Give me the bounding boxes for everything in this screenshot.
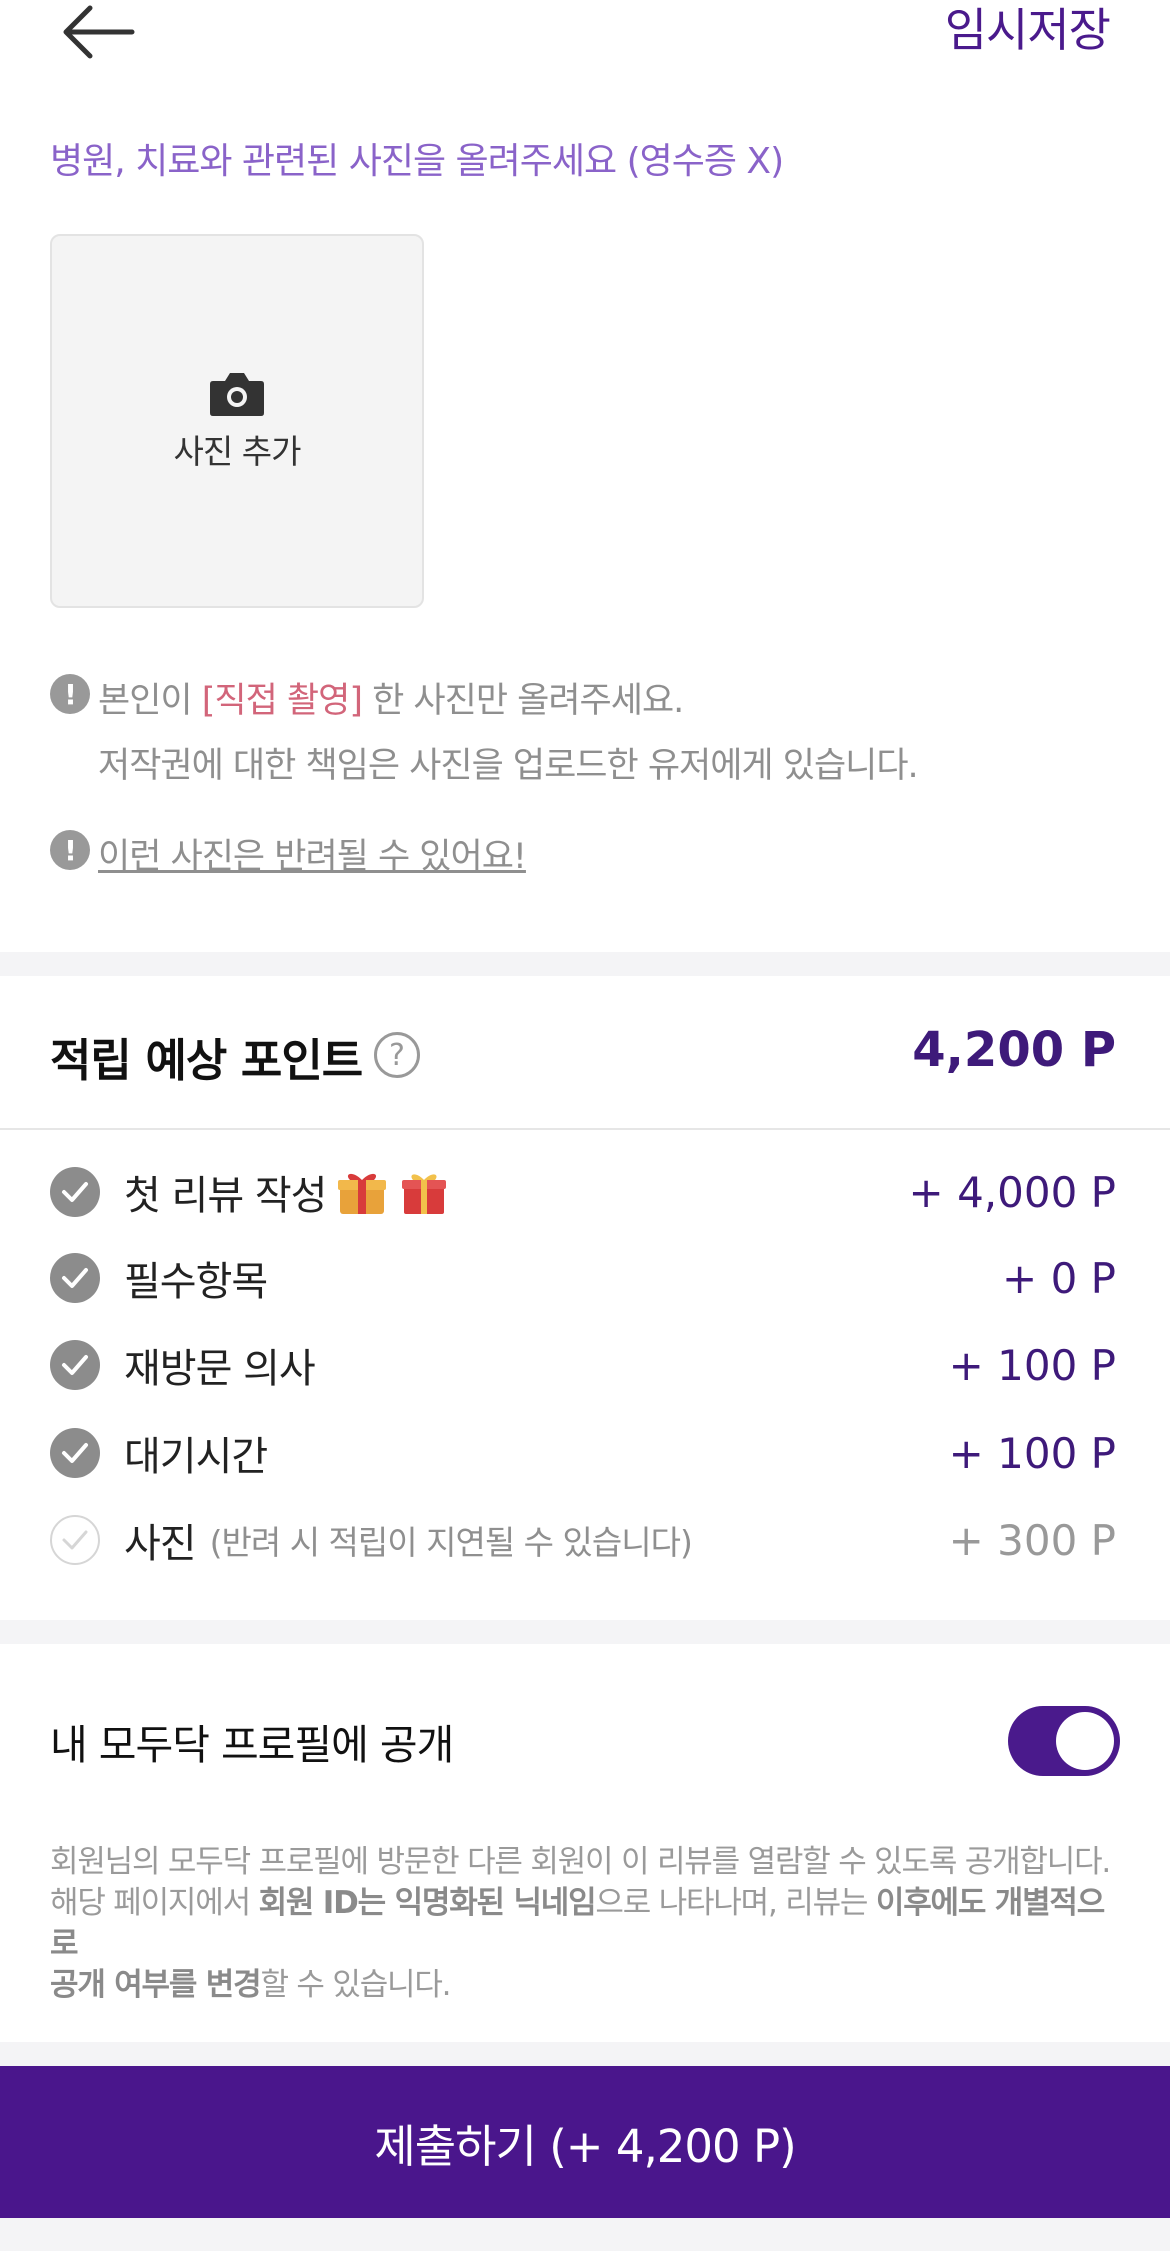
- profile-desc-text: 해당 페이지에서: [50, 1885, 259, 1921]
- point-row-label: 사진: [124, 1521, 197, 1567]
- point-row-label: 필수항목: [124, 1259, 268, 1305]
- rejection-notice-link[interactable]: ! 이런 사진은 반려될 수 있어요!: [50, 828, 527, 879]
- section-divider: [0, 2042, 1170, 2066]
- submit-button[interactable]: 제출하기 (+ 4,200 P): [0, 2066, 1170, 2218]
- rejection-notice-text[interactable]: 이런 사진은 반려될 수 있어요!: [98, 828, 527, 879]
- gift-icon: [338, 1173, 387, 1214]
- point-row-first-review: 첫 리뷰 작성 + 4,000 P: [50, 1160, 1116, 1224]
- profile-visibility-toggle[interactable]: [1008, 1706, 1120, 1776]
- point-row-label: 첫 리뷰 작성: [124, 1173, 327, 1219]
- section-divider: [0, 1620, 1170, 1644]
- point-row-note: (반려 시 적립이 지연될 수 있습니다): [209, 1523, 693, 1562]
- point-row-label: 재방문 의사: [124, 1346, 316, 1392]
- toggle-knob: [1056, 1712, 1114, 1770]
- point-row-value: + 100 P: [948, 1428, 1116, 1478]
- photo-notice: ! 본인이 [직접 촬영] 한 사진만 올려주세요. 저작권에 대한 책임은 사…: [50, 672, 919, 788]
- notice-highlight: [직접 촬영]: [201, 681, 363, 721]
- check-outline-icon: [50, 1515, 100, 1565]
- point-row-value: + 0 P: [1002, 1253, 1116, 1303]
- check-icon: [50, 1253, 100, 1303]
- point-row-wait-time: 대기시간 + 100 P: [50, 1421, 1116, 1485]
- point-row-value: + 300 P: [948, 1515, 1116, 1565]
- point-row-photo: 사진 (반려 시 적립이 지연될 수 있습니다) + 300 P: [50, 1508, 1116, 1572]
- points-title: 적립 예상 포인트: [50, 1034, 363, 1087]
- notice-text-post: 한 사진만 올려주세요.: [361, 681, 684, 721]
- temp-save-button[interactable]: 임시저장: [945, 0, 1111, 60]
- add-photo-label: 사진 추가: [173, 432, 302, 471]
- help-icon[interactable]: ?: [374, 1032, 420, 1078]
- check-icon: [50, 1340, 100, 1390]
- point-row-revisit: 재방문 의사 + 100 P: [50, 1333, 1116, 1397]
- points-total: 4,200 P: [912, 1022, 1116, 1078]
- camera-icon: [210, 373, 264, 416]
- exclamation-icon: !: [50, 674, 90, 714]
- point-row-label: 대기시간: [124, 1434, 268, 1480]
- section-divider: [0, 952, 1170, 976]
- check-icon: [50, 1167, 100, 1217]
- exclamation-icon: !: [50, 830, 90, 870]
- bottom-strip: [0, 2218, 1170, 2251]
- profile-desc-text: 으로 나타나며, 리뷰는: [595, 1885, 876, 1921]
- point-row-required: 필수항목 + 0 P: [50, 1246, 1116, 1310]
- profile-description: 회원님의 모두닥 프로필에 방문한 다른 회원이 이 리뷰를 열람할 수 있도록…: [50, 1842, 1130, 2006]
- profile-visibility-row: 내 모두닥 프로필에 공개: [50, 1706, 1120, 1776]
- check-icon: [50, 1428, 100, 1478]
- gift-icon: [402, 1174, 447, 1214]
- profile-desc-text: 할 수 있습니다.: [260, 1967, 451, 2003]
- top-bar: 임시저장: [0, 0, 1170, 70]
- notice-copyright: 저작권에 대한 책임은 사진을 업로드한 유저에게 있습니다.: [98, 746, 919, 786]
- notice-text-pre: 본인이: [98, 681, 202, 721]
- add-photo-button[interactable]: 사진 추가: [50, 234, 424, 608]
- profile-desc-bold: 회원 ID는 익명화된 닉네임: [258, 1885, 597, 1921]
- profile-desc-bold: 공개 여부를 변경: [50, 1967, 262, 2003]
- photo-hint: 병원, 치료와 관련된 사진을 올려주세요 (영수증 X): [50, 141, 784, 182]
- back-button[interactable]: [60, 0, 140, 64]
- point-row-value: + 100 P: [948, 1340, 1116, 1390]
- profile-visibility-label: 내 모두닥 프로필에 공개: [50, 1721, 454, 1769]
- back-arrow-icon: [63, 5, 135, 59]
- profile-desc-line: 회원님의 모두닥 프로필에 방문한 다른 회원이 이 리뷰를 열람할 수 있도록…: [50, 1844, 1111, 1880]
- points-header: 적립 예상 포인트 ? 4,200 P: [0, 976, 1170, 1130]
- point-row-value: + 4,000 P: [908, 1167, 1116, 1217]
